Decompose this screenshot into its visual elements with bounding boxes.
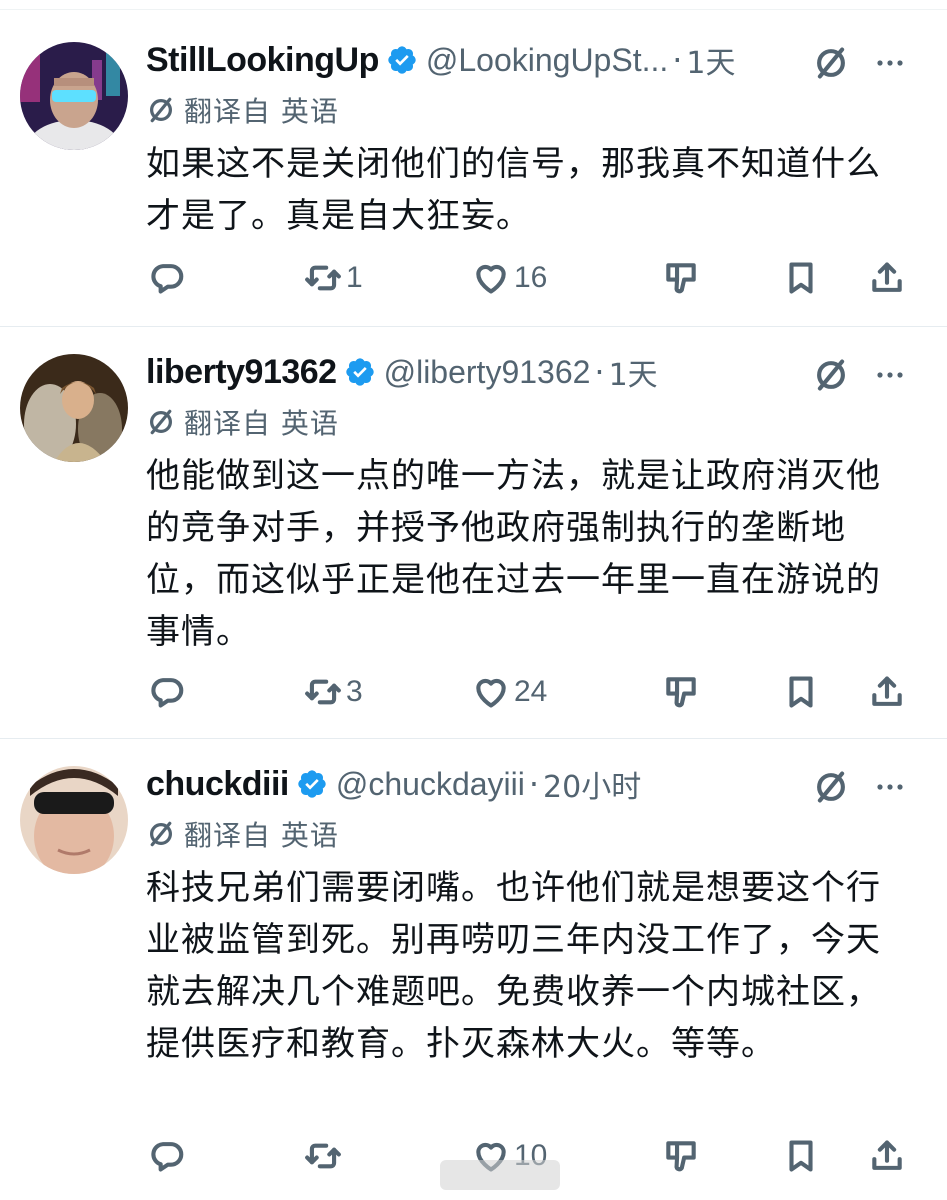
display-name[interactable]: liberty91362 [146, 353, 337, 392]
handle[interactable]: @liberty91362 [384, 354, 591, 391]
like-button[interactable]: 16 [472, 256, 547, 300]
avatar[interactable] [20, 42, 128, 150]
separator: · [594, 353, 605, 391]
share-icon [872, 262, 902, 292]
bookmark-button[interactable] [782, 670, 820, 714]
share-icon [872, 1140, 902, 1170]
share-button[interactable] [868, 670, 906, 714]
bookmark-button[interactable] [782, 1134, 820, 1178]
action-bar: 1 16 [0, 256, 947, 300]
translate-icon [150, 409, 172, 435]
translated-from-label[interactable]: 翻译自 英语 [146, 816, 339, 852]
reply-button[interactable] [148, 670, 190, 714]
tweet-divider [0, 326, 947, 327]
retweet-button[interactable]: 3 [304, 670, 363, 714]
like-icon [476, 264, 506, 294]
display-name[interactable]: StillLookingUp [146, 41, 379, 80]
retweet-button[interactable]: 1 [304, 256, 363, 300]
retweet-count: 1 [346, 261, 363, 294]
bookmark-icon [789, 262, 813, 294]
avatar[interactable] [20, 354, 128, 462]
reply-icon [151, 678, 184, 708]
more-icon[interactable] [872, 772, 908, 802]
separator: · [528, 765, 540, 803]
bookmark-icon [789, 1140, 813, 1172]
downvote-icon [666, 263, 696, 294]
tweet-header: StillLookingUp @LookingUpSt... · 1天 [146, 38, 736, 82]
translated-from-text: 翻译自 英语 [184, 819, 339, 852]
verified-badge-icon [345, 358, 374, 386]
reply-button[interactable] [148, 1134, 190, 1178]
tweet-text: 他能做到这一点的唯一方法，就是让政府消灭他的竞争对手，并授予他政府强制执行的垄断… [146, 456, 881, 652]
grok-icon[interactable] [812, 44, 850, 82]
reply-icon [151, 1142, 184, 1172]
display-name[interactable]: chuckdiii [146, 765, 289, 804]
like-icon [476, 678, 506, 708]
separator: · [672, 41, 683, 79]
tweet-header: liberty91362 @liberty91362 · 1天 [146, 350, 658, 394]
grok-icon[interactable] [812, 356, 850, 394]
downvote-button[interactable] [662, 1134, 700, 1178]
top-divider [0, 0, 947, 10]
timestamp[interactable]: 1天 [686, 38, 735, 82]
share-icon [872, 676, 902, 706]
tweet-text: 如果这不是关闭他们的信号，那我真不知道什么才是了。真是自大狂妄。 [146, 144, 881, 236]
like-count: 16 [514, 261, 548, 294]
translate-icon [150, 821, 172, 847]
downvote-icon [666, 1141, 696, 1172]
translated-from-text: 翻译自 英语 [184, 95, 339, 128]
share-button[interactable] [868, 256, 906, 300]
tweet-reply[interactable]: chuckdiii @chuckdayiii · 20小时 翻译自 英语 科技兄… [0, 742, 947, 1200]
bookmark-icon [789, 676, 813, 708]
retweet-icon [305, 679, 341, 705]
downvote-button[interactable] [662, 670, 700, 714]
timestamp[interactable]: 1天 [609, 350, 658, 394]
downvote-button[interactable] [662, 256, 700, 300]
handle[interactable]: @LookingUpSt... [426, 42, 668, 79]
verified-badge-icon [298, 770, 326, 798]
bookmark-button[interactable] [782, 256, 820, 300]
more-icon[interactable] [872, 360, 908, 390]
grok-icon[interactable] [812, 768, 850, 806]
tweet-reply[interactable]: StillLookingUp @LookingUpSt... · 1天 翻译自 … [0, 18, 947, 326]
translated-from-label[interactable]: 翻译自 英语 [146, 92, 339, 128]
retweet-icon [305, 265, 341, 291]
tweet-reply[interactable]: liberty91362 @liberty91362 · 1天 翻译自 英语 他… [0, 330, 947, 736]
share-button[interactable] [868, 1134, 906, 1178]
handle[interactable]: @chuckdayiii [336, 766, 525, 803]
tweet-text: 科技兄弟们需要闭嘴。也许他们就是想要这个行业被监管到死。别再唠叨三年内没工作了，… [146, 868, 881, 1064]
reply-button[interactable] [148, 256, 190, 300]
action-bar: 3 24 [0, 670, 947, 714]
translated-from-label[interactable]: 翻译自 英语 [146, 404, 339, 440]
avatar[interactable] [20, 766, 128, 874]
like-count: 24 [514, 675, 548, 708]
retweet-icon [305, 1143, 341, 1169]
translate-icon [150, 97, 172, 123]
retweet-button[interactable] [304, 1134, 346, 1178]
more-icon[interactable] [872, 48, 908, 78]
downvote-icon [666, 677, 696, 708]
retweet-count: 3 [346, 675, 363, 708]
like-button[interactable]: 24 [472, 670, 547, 714]
verified-badge-icon [388, 46, 416, 74]
tweet-header: chuckdiii @chuckdayiii · 20小时 [146, 762, 641, 806]
translated-from-text: 翻译自 英语 [184, 407, 339, 440]
tweet-divider [0, 738, 947, 739]
timestamp[interactable]: 20小时 [543, 762, 641, 806]
reply-icon [151, 264, 184, 294]
watermark-overlay [440, 1160, 560, 1190]
